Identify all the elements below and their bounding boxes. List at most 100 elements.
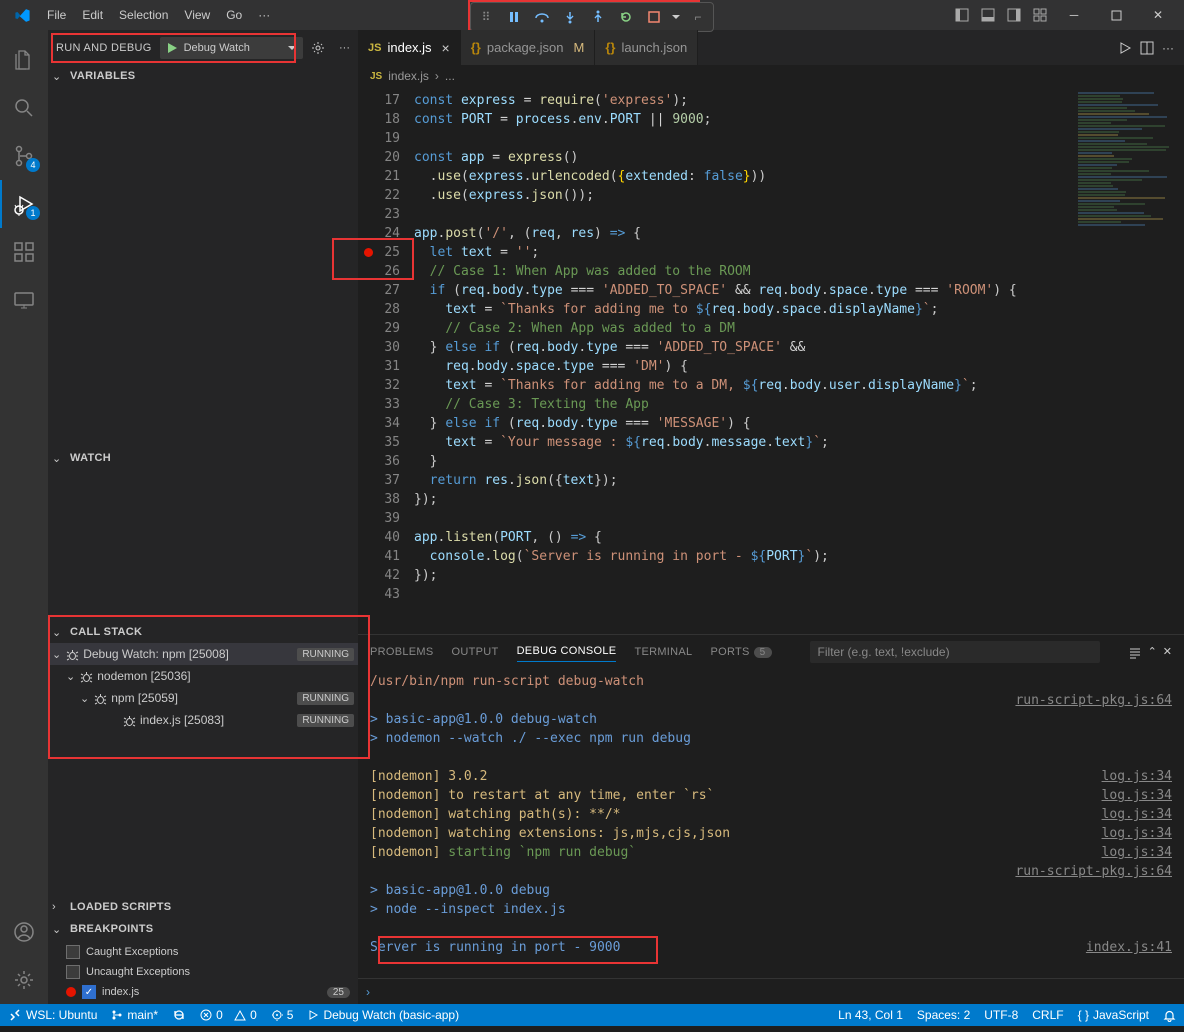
bp-uncaught[interactable]: Uncaught Exceptions bbox=[48, 962, 358, 982]
sb-position[interactable]: Ln 43, Col 1 bbox=[838, 1008, 903, 1022]
window-close[interactable]: ✕ bbox=[1138, 0, 1178, 30]
debug-restart[interactable] bbox=[613, 5, 639, 29]
console-source-link[interactable]: log.js:34 bbox=[1102, 805, 1172, 824]
tab-index-js[interactable]: JSindex.js× bbox=[358, 30, 461, 65]
callstack-row[interactable]: ⌄nodemon [25036] bbox=[48, 665, 358, 687]
code-area[interactable]: const express = require('express');const… bbox=[414, 87, 1074, 634]
breadcrumb[interactable]: JS index.js › ... bbox=[358, 65, 1184, 87]
sb-remote[interactable]: WSL: Ubuntu bbox=[8, 1008, 97, 1022]
debug-more-icon[interactable]: ··· bbox=[339, 42, 350, 54]
bug-icon bbox=[65, 647, 79, 661]
window-maximize[interactable] bbox=[1096, 0, 1136, 30]
console-source-link[interactable]: index.js:41 bbox=[1086, 938, 1172, 957]
editor[interactable]: 1718192021222324252627282930313233343536… bbox=[358, 87, 1184, 634]
sb-debug[interactable]: Debug Watch (basic-app) bbox=[307, 1008, 459, 1022]
panel-maximize-icon[interactable]: ⌃ bbox=[1148, 645, 1157, 659]
activity-source-control[interactable]: 4 bbox=[0, 132, 48, 180]
sb-encoding[interactable]: UTF-8 bbox=[984, 1008, 1018, 1022]
panel-clear-icon[interactable] bbox=[1128, 645, 1142, 659]
activity-debug[interactable]: 1 bbox=[0, 180, 48, 228]
activity-remote[interactable] bbox=[0, 276, 48, 324]
chevron-right-icon: › bbox=[52, 901, 66, 913]
tab-more-icon[interactable]: ··· bbox=[1162, 41, 1174, 55]
debug-dropdown[interactable] bbox=[669, 5, 683, 29]
debug-config-select[interactable]: Debug Watch bbox=[160, 37, 303, 59]
menu-selection[interactable]: Selection bbox=[111, 4, 176, 26]
checkbox[interactable] bbox=[66, 965, 80, 979]
debug-step-over[interactable] bbox=[529, 5, 555, 29]
tab-ports[interactable]: PORTS5 bbox=[710, 642, 771, 662]
status-bar: WSL: Ubuntu main* 0 0 5 Debug Watch (bas… bbox=[0, 1004, 1184, 1026]
close-icon[interactable]: × bbox=[442, 40, 450, 56]
menu-more[interactable]: ··· bbox=[250, 4, 278, 26]
variables-section-header[interactable]: ⌄VARIABLES bbox=[48, 65, 358, 87]
layout-customize[interactable] bbox=[1028, 3, 1052, 27]
tab-run-icon[interactable] bbox=[1118, 41, 1132, 55]
menu-edit[interactable]: Edit bbox=[74, 4, 111, 26]
tab-package-json[interactable]: {}package.jsonM bbox=[461, 30, 596, 65]
debug-stop[interactable] bbox=[641, 5, 667, 29]
tab-terminal[interactable]: TERMINAL bbox=[634, 642, 692, 662]
debug-drag-handle[interactable]: ⠿ bbox=[473, 5, 499, 29]
panel-filter-input[interactable]: Filter (e.g. text, !exclude) bbox=[810, 641, 1100, 663]
panel-close-icon[interactable]: ✕ bbox=[1163, 645, 1172, 659]
debug-step-out[interactable] bbox=[585, 5, 611, 29]
sb-branch[interactable]: main* bbox=[111, 1008, 158, 1022]
watch-section-header[interactable]: ⌄WATCH bbox=[48, 447, 358, 469]
minimap[interactable] bbox=[1074, 87, 1184, 634]
callstack-row[interactable]: ⌄npm [25059]RUNNING bbox=[48, 687, 358, 709]
debug-more[interactable]: ⌐ bbox=[685, 5, 711, 29]
activity-settings[interactable] bbox=[0, 956, 48, 1004]
sb-eol[interactable]: CRLF bbox=[1032, 1008, 1063, 1022]
callstack-row[interactable]: ⌄Debug Watch: npm [25008]RUNNING bbox=[48, 643, 358, 665]
console-source-link[interactable]: log.js:34 bbox=[1102, 824, 1172, 843]
console-source-link[interactable]: log.js:34 bbox=[1102, 767, 1172, 786]
debug-step-into[interactable] bbox=[557, 5, 583, 29]
layout-panel-bottom[interactable] bbox=[976, 3, 1000, 27]
menu-file[interactable]: File bbox=[39, 4, 74, 26]
checkbox[interactable] bbox=[66, 945, 80, 959]
sb-lang[interactable]: { } JavaScript bbox=[1078, 1008, 1149, 1022]
layout-panel-right[interactable] bbox=[1002, 3, 1026, 27]
layout-panel-left[interactable] bbox=[950, 3, 974, 27]
menu-view[interactable]: View bbox=[176, 4, 218, 26]
console-source-link[interactable]: log.js:34 bbox=[1102, 786, 1172, 805]
sb-spaces[interactable]: Spaces: 2 bbox=[917, 1008, 970, 1022]
window-minimize[interactable]: ─ bbox=[1054, 0, 1094, 30]
debug-console-body[interactable]: /usr/bin/npm run-script debug-watch run-… bbox=[358, 668, 1184, 978]
callstack-section-header[interactable]: ⌄CALL STACK bbox=[48, 621, 358, 643]
sb-errors[interactable]: 0 0 bbox=[200, 1008, 257, 1022]
sb-sync[interactable] bbox=[172, 1008, 186, 1022]
breakpoint-icon[interactable] bbox=[364, 248, 373, 257]
console-source-link[interactable]: run-script-pkg.js:64 bbox=[1015, 691, 1172, 710]
activity-account[interactable] bbox=[0, 908, 48, 956]
activity-explorer[interactable] bbox=[0, 36, 48, 84]
ports-badge: 5 bbox=[754, 647, 772, 658]
tab-output[interactable]: OUTPUT bbox=[452, 642, 499, 662]
activity-extensions[interactable] bbox=[0, 228, 48, 276]
bp-caught[interactable]: Caught Exceptions bbox=[48, 942, 358, 962]
sb-ports[interactable]: 5 bbox=[271, 1008, 294, 1022]
activity-search[interactable] bbox=[0, 84, 48, 132]
tab-debug-console[interactable]: DEBUG CONSOLE bbox=[517, 641, 617, 662]
tab-split-icon[interactable] bbox=[1140, 41, 1154, 55]
tab-launch-json[interactable]: {}launch.json bbox=[595, 30, 698, 65]
gutter[interactable]: 1718192021222324252627282930313233343536… bbox=[358, 87, 414, 634]
loaded-scripts-header[interactable]: ›LOADED SCRIPTS bbox=[48, 896, 358, 918]
sb-notifications[interactable] bbox=[1163, 1008, 1176, 1022]
console-source-link[interactable]: run-script-pkg.js:64 bbox=[1015, 862, 1172, 881]
debug-settings-icon[interactable] bbox=[311, 41, 331, 55]
breadcrumb-sep: › bbox=[435, 69, 439, 83]
menu-go[interactable]: Go bbox=[218, 4, 250, 26]
debug-console-input[interactable]: › bbox=[358, 978, 1184, 1004]
console-source-link[interactable]: log.js:34 bbox=[1102, 843, 1172, 862]
tab-problems[interactable]: PROBLEMS bbox=[370, 642, 434, 662]
bottom-panel: PROBLEMS OUTPUT DEBUG CONSOLE TERMINAL P… bbox=[358, 634, 1184, 1004]
bp-file[interactable]: ✓index.js25 bbox=[48, 982, 358, 1002]
checkbox-checked[interactable]: ✓ bbox=[82, 985, 96, 999]
chevron-down-icon: ⌄ bbox=[52, 452, 66, 465]
debug-pause[interactable] bbox=[501, 5, 527, 29]
breadcrumb-file: index.js bbox=[388, 69, 429, 83]
breakpoints-header[interactable]: ⌄BREAKPOINTS bbox=[48, 918, 358, 940]
callstack-row[interactable]: index.js [25083]RUNNING bbox=[48, 709, 358, 731]
